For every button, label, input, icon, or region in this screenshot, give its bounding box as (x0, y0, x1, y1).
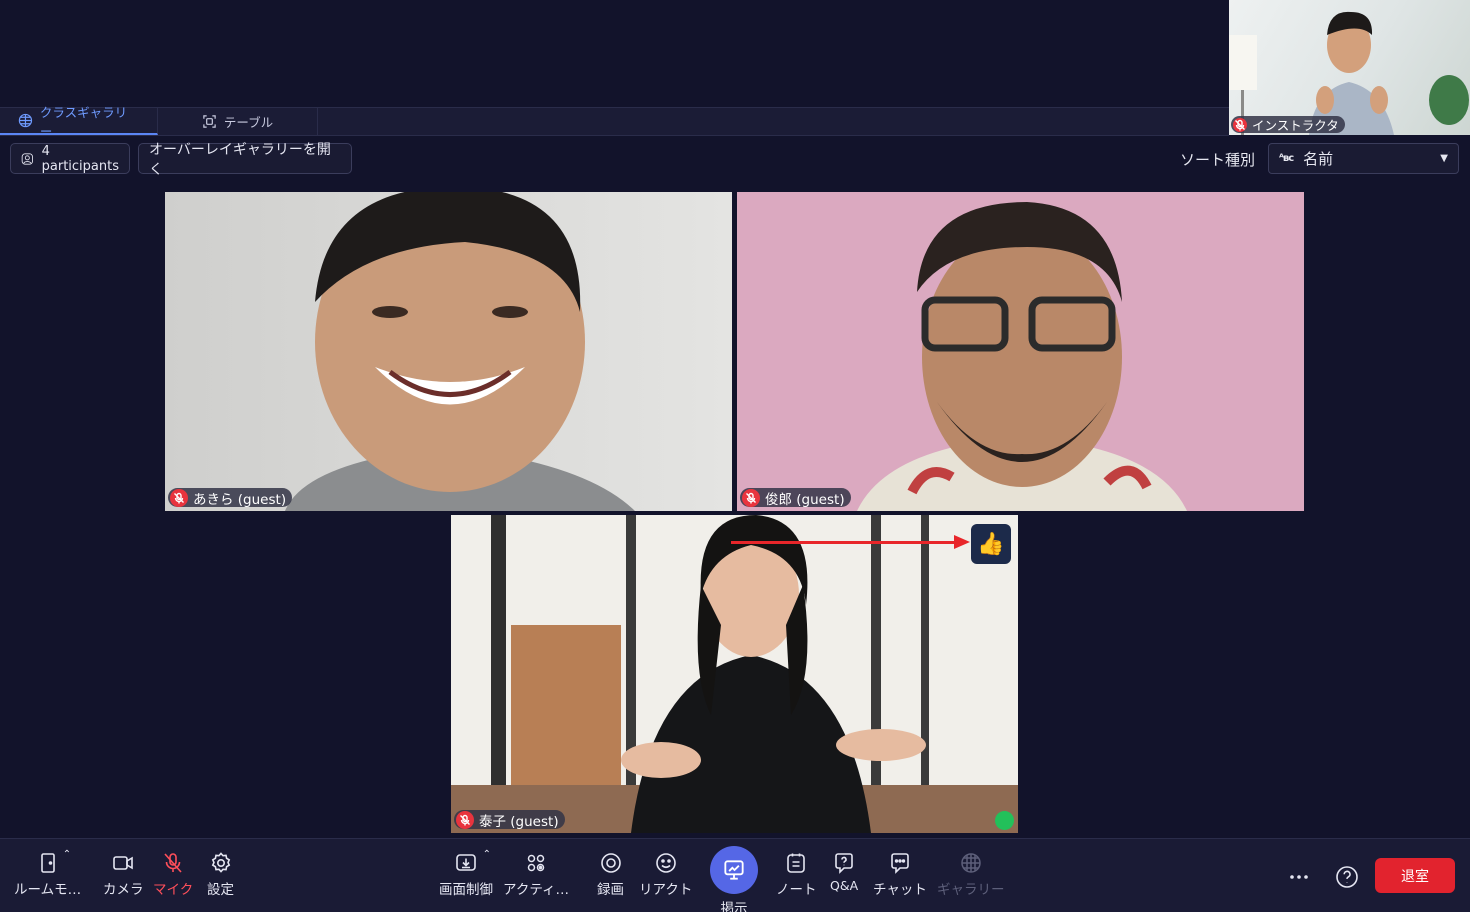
camera-button[interactable]: カメラ (103, 851, 144, 898)
more-dots-icon (1290, 875, 1308, 879)
react-button[interactable]: リアクト (639, 851, 692, 898)
notes-icon (787, 853, 806, 873)
video-tile-akira[interactable]: あきら (guest) (165, 192, 732, 511)
chat-button[interactable]: チャット (873, 851, 927, 898)
sort-label: ソート種別 (1180, 151, 1256, 169)
screen-control-button[interactable]: ⌃ 画面制御 (439, 849, 493, 898)
notes-button[interactable]: ノート (776, 851, 817, 898)
screen-download-icon (456, 854, 476, 871)
present-circle (710, 846, 758, 894)
more-button[interactable] (1287, 865, 1311, 893)
open-overlay-gallery-button[interactable]: オーバーレイギャラリーを開く (138, 142, 352, 178)
sort-select[interactable]: ᴬʙᴄ 名前 ▼ (1268, 143, 1459, 174)
chevron-up-icon: ⌃ (482, 849, 491, 860)
participant-name-tag: 泰子 (guest) (454, 810, 565, 830)
tab-label: テーブル (223, 115, 274, 130)
tab-table[interactable]: テーブル (158, 108, 318, 135)
participants-button[interactable]: 4 participants (10, 143, 130, 174)
gear-icon (211, 852, 230, 873)
settings-button[interactable]: 設定 (207, 851, 234, 898)
thumbs-up-reaction-icon: 👍 (971, 524, 1011, 564)
globe-grid-icon (18, 113, 33, 128)
video-tile-toshiro[interactable]: 俊郎 (guest) (737, 192, 1304, 511)
speaking-indicator (995, 811, 1014, 830)
mic-off-icon (742, 488, 760, 507)
present-button[interactable]: 掲示 (710, 846, 758, 912)
help-circle-icon (1336, 866, 1358, 888)
person-icon (21, 152, 33, 165)
gallery-button[interactable]: ギャラリー (937, 851, 1005, 898)
mic-off-icon (170, 488, 188, 507)
participant-name-tag: あきら (guest) (168, 488, 293, 508)
reaction-arrow (731, 535, 970, 549)
sort-abc-icon: ᴬʙᴄ (1279, 153, 1294, 164)
participant-photo (165, 192, 732, 511)
record-icon (600, 853, 621, 873)
mic-off-icon (1233, 117, 1247, 132)
door-icon (40, 853, 55, 873)
grid-globe-icon (961, 853, 981, 873)
table-frame-icon (203, 115, 216, 128)
room-mode-button[interactable]: ⌃ ルームモ… (14, 849, 81, 898)
video-tile-yasuko[interactable]: 👍 泰子 (guest) (451, 515, 1018, 833)
video-camera-icon (113, 856, 134, 870)
qa-button[interactable]: Q&A (830, 851, 858, 893)
smile-icon (655, 853, 676, 873)
participant-photo (737, 192, 1304, 511)
activity-button[interactable]: アクティ… (503, 851, 569, 898)
presentation-icon (724, 860, 744, 880)
participant-name-tag: 俊郎 (guest) (740, 488, 851, 508)
caret-down-icon: ▼ (1440, 153, 1448, 164)
question-bubble-icon (835, 853, 853, 874)
instructor-name-tag: インストラクタ (1231, 116, 1345, 133)
mic-button[interactable]: マイク (153, 851, 193, 898)
mic-off-icon (164, 853, 182, 873)
activity-grid-icon (527, 854, 545, 872)
chevron-up-icon: ⌃ (62, 849, 72, 860)
leave-button[interactable]: 退室 (1375, 858, 1455, 893)
instructor-video[interactable]: インストラクタ (1229, 0, 1470, 135)
record-button[interactable]: 録画 (597, 851, 624, 898)
view-tabs: クラスギャラリー テーブル (0, 105, 1229, 139)
meeting-toolbar: ⌃ ルームモ… カメラ マイク 設定 ⌃ 画面制御 アクティ… 録画 リアクト … (0, 838, 1470, 912)
tab-class-gallery[interactable]: クラスギャラリー (0, 105, 158, 139)
tab-label: クラスギャラリー (39, 104, 128, 139)
mic-off-icon (456, 810, 474, 829)
participant-photo (451, 515, 1018, 833)
help-button[interactable] (1335, 865, 1359, 893)
chat-bubble-icon (891, 853, 909, 874)
